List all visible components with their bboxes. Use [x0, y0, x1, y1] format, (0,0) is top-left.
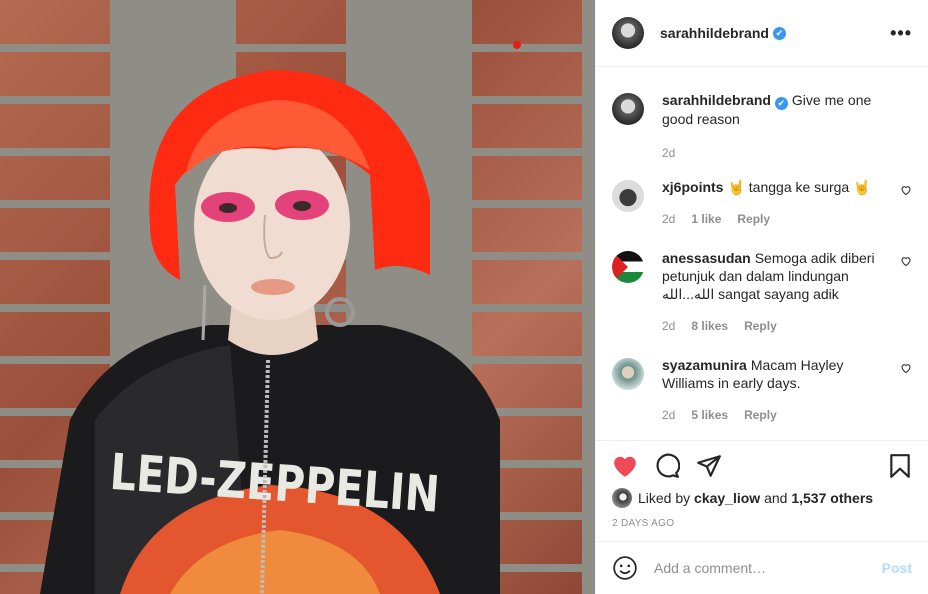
- liker-avatar[interactable]: [612, 488, 632, 508]
- like-comment-icon[interactable]: [900, 184, 912, 196]
- like-comment-icon[interactable]: [900, 255, 912, 267]
- like-comment-icon[interactable]: [900, 362, 912, 374]
- post-header: sarahhildebrand ✔ •••: [596, 0, 928, 67]
- list-item: anessasudan Semoga adik diberi petunjuk d…: [612, 249, 912, 335]
- share-icon[interactable]: [696, 453, 722, 479]
- liker-username[interactable]: ckay_liow: [694, 490, 760, 506]
- comment-age: 2d: [662, 212, 676, 226]
- reply-button[interactable]: Reply: [737, 210, 770, 228]
- comments-list[interactable]: sarahhildebrand ✔ Give me one good reason …: [596, 67, 928, 440]
- photo-subject: LED-ZEPPELIN: [40, 41, 521, 594]
- likes-summary: Liked by ckay_liow and 1,537 others: [612, 488, 912, 508]
- comment-text: 🤘 tangga ke surga 🤘: [727, 179, 871, 195]
- emoji-icon[interactable]: [612, 555, 638, 581]
- post-side-panel: sarahhildebrand ✔ ••• sarahhildebrand ✔ Gi…: [595, 0, 928, 594]
- comment-age: 2d: [662, 319, 676, 333]
- list-item: xj6points 🤘 tangga ke surga 🤘 2d 1 like R…: [612, 178, 912, 228]
- others-count[interactable]: 1,537 others: [791, 490, 873, 506]
- liked-by-prefix: Liked by: [638, 490, 691, 506]
- post-photo[interactable]: LED-ZEPPELIN: [0, 0, 595, 594]
- reply-button[interactable]: Reply: [744, 406, 777, 424]
- comment-username[interactable]: syazamunira: [662, 357, 747, 373]
- commenter-avatar[interactable]: [612, 358, 644, 390]
- post-actions: Liked by ckay_liow and 1,537 others 2 DA…: [596, 440, 928, 529]
- post-comment-button[interactable]: Post: [882, 560, 912, 576]
- comment-likes[interactable]: 8 likes: [691, 317, 728, 335]
- caption-age: 2d: [662, 146, 676, 160]
- author-avatar[interactable]: [612, 17, 644, 49]
- liked-by-joiner: and: [764, 490, 788, 506]
- more-options-icon[interactable]: •••: [890, 23, 912, 44]
- caption-username[interactable]: sarahhildebrand: [662, 92, 771, 108]
- post-timestamp[interactable]: 2 DAYS AGO: [612, 518, 912, 529]
- caption: sarahhildebrand ✔ Give me one good reason …: [612, 91, 912, 162]
- comment-age: 2d: [662, 408, 676, 422]
- comment-likes[interactable]: 1 like: [691, 210, 721, 228]
- verified-icon: ✔: [774, 97, 788, 110]
- author-username[interactable]: sarahhildebrand: [660, 25, 769, 41]
- comment-likes[interactable]: 5 likes: [691, 406, 728, 424]
- commenter-avatar[interactable]: [612, 180, 644, 212]
- post-modal: LED-ZEPPELIN sarahhildebrand ✔ ••• sarah…: [0, 0, 928, 594]
- heart-filled-icon[interactable]: [612, 454, 638, 478]
- commenter-avatar[interactable]: [612, 251, 644, 283]
- comment-input[interactable]: [652, 559, 882, 577]
- comment-icon[interactable]: [654, 453, 680, 479]
- comment-username[interactable]: anessasudan: [662, 250, 751, 266]
- reply-button[interactable]: Reply: [744, 317, 777, 335]
- bookmark-icon[interactable]: [888, 453, 912, 479]
- list-item: syazamunira Macam Hayley Williams in earl…: [612, 356, 912, 424]
- comment-username[interactable]: xj6points: [662, 179, 723, 195]
- add-comment-bar: Post: [596, 541, 928, 594]
- verified-icon: ✔: [772, 26, 786, 40]
- caption-avatar[interactable]: [612, 93, 644, 125]
